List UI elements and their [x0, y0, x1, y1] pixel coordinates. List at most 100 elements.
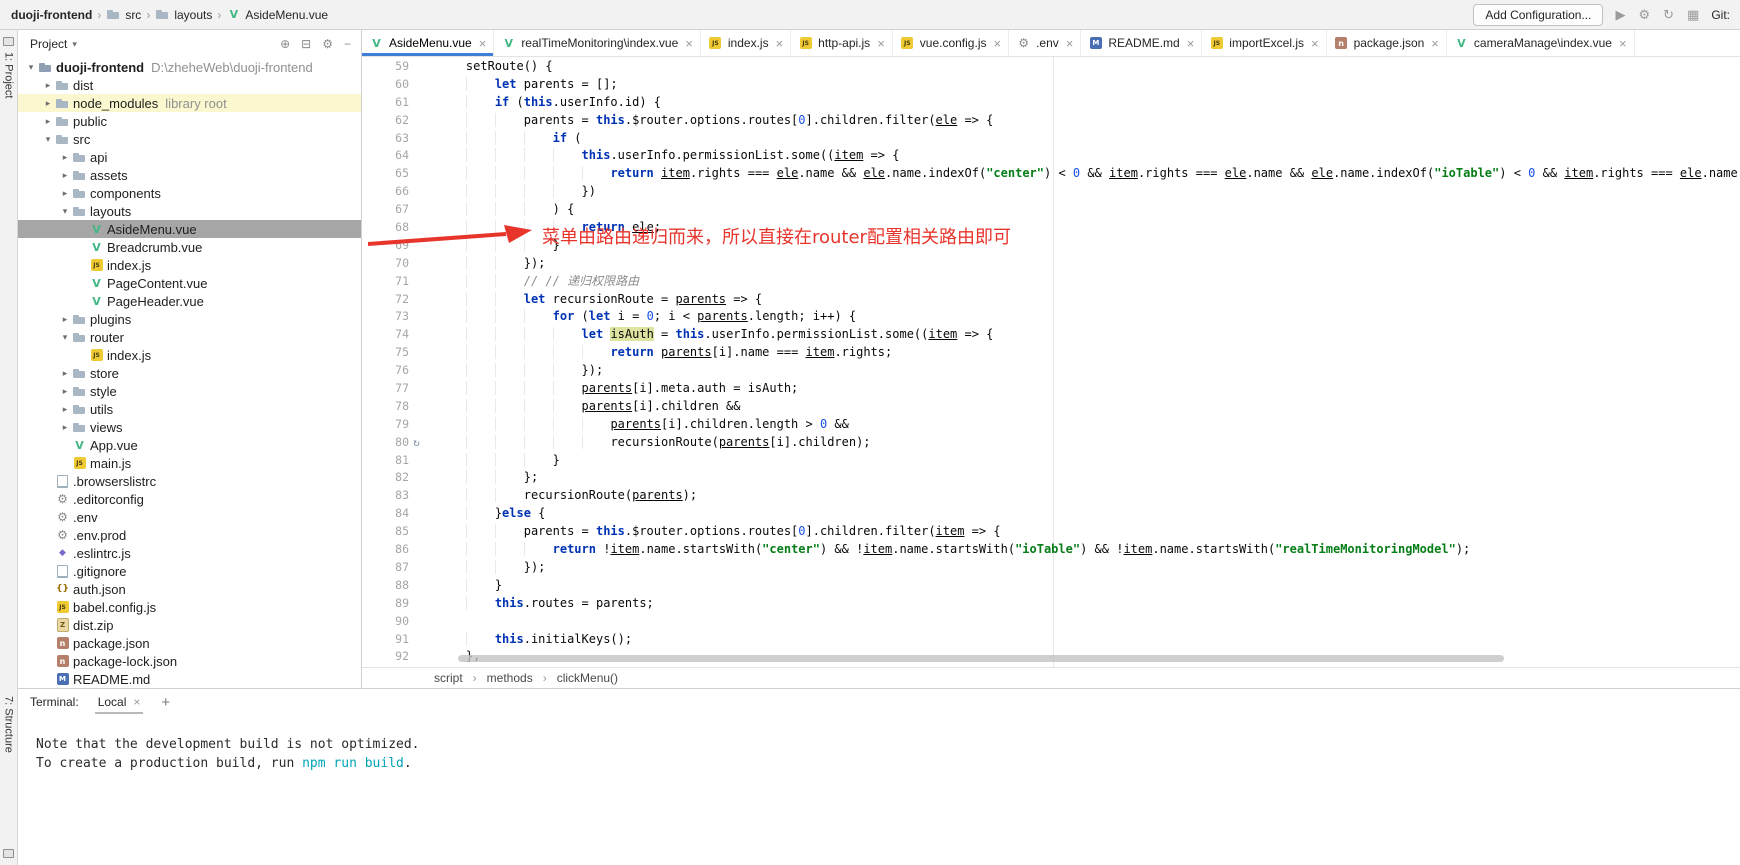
tree-item-style[interactable]: ▸style: [18, 382, 361, 400]
tree-item-package.json[interactable]: package.json: [18, 634, 361, 652]
tree-item-.eslintrc.js[interactable]: .eslintrc.js: [18, 544, 361, 562]
code-line-84[interactable]: 84 }else {: [362, 505, 1740, 523]
code-line-64[interactable]: 64 this.userInfo.permissionList.some((it…: [362, 147, 1740, 165]
tree-item-store[interactable]: ▸store: [18, 364, 361, 382]
tree-item-index.js[interactable]: index.js: [18, 256, 361, 274]
chevron-down-icon[interactable]: ▾: [72, 39, 77, 50]
close-icon[interactable]: ×: [1431, 37, 1439, 50]
tree-item-dist[interactable]: ▸dist: [18, 76, 361, 94]
add-configuration-button[interactable]: Add Configuration...: [1473, 4, 1603, 26]
code-line-79[interactable]: 79 parents[i].children.length > 0 &&: [362, 416, 1740, 434]
tree-item-router[interactable]: ▾router: [18, 328, 361, 346]
tree-item-views[interactable]: ▸views: [18, 418, 361, 436]
tree-item-assets[interactable]: ▸assets: [18, 166, 361, 184]
editor-tab-index.js[interactable]: index.js×: [701, 30, 791, 56]
chevron-down-icon[interactable]: ▾: [24, 62, 38, 73]
tree-item-pagecontent.vue[interactable]: PageContent.vue: [18, 274, 361, 292]
code-line-77[interactable]: 77 parents[i].meta.auth = isAuth;: [362, 380, 1740, 398]
editor-tab-readme.md[interactable]: README.md×: [1081, 30, 1202, 56]
code-line-61[interactable]: 61 if (this.userInfo.id) {: [362, 94, 1740, 112]
grid-icon[interactable]: ▦: [1687, 7, 1699, 23]
close-icon[interactable]: ×: [133, 695, 140, 709]
tree-item-components[interactable]: ▸components: [18, 184, 361, 202]
new-terminal-button[interactable]: +: [161, 694, 170, 711]
code-line-82[interactable]: 82 };: [362, 469, 1740, 487]
chevron-right-icon[interactable]: ▸: [58, 386, 72, 397]
code-line-90[interactable]: 90: [362, 613, 1740, 631]
editor-tab-cameramanage-index.vue[interactable]: cameraManage\index.vue×: [1447, 30, 1635, 56]
breadcrumb-item-layouts[interactable]: layouts: [152, 7, 215, 22]
code-line-81[interactable]: 81 }: [362, 452, 1740, 470]
close-icon[interactable]: ×: [877, 37, 885, 50]
tree-item-src[interactable]: ▾src: [18, 130, 361, 148]
code-line-75[interactable]: 75 return parents[i].name === item.right…: [362, 344, 1740, 362]
terminal-tab-local[interactable]: Local ×: [95, 690, 144, 714]
close-icon[interactable]: ×: [776, 37, 784, 50]
collapse-icon[interactable]: ⊟: [301, 37, 311, 51]
chevron-right-icon[interactable]: ▸: [41, 80, 55, 91]
tree-item-public[interactable]: ▸public: [18, 112, 361, 130]
editor-tab-package.json[interactable]: package.json×: [1327, 30, 1447, 56]
code-line-80[interactable]: 80↻ recursionRoute(parents[i].children);: [362, 434, 1740, 452]
editor-breadcrumb-item[interactable]: methods: [485, 671, 535, 685]
tree-item-node-modules[interactable]: ▸node_moduleslibrary root: [18, 94, 361, 112]
code-line-72[interactable]: 72 let recursionRoute = parents => {: [362, 291, 1740, 309]
chevron-right-icon[interactable]: ▸: [58, 188, 72, 199]
code-line-89[interactable]: 89 this.routes = parents;: [362, 595, 1740, 613]
code-line-87[interactable]: 87 });: [362, 559, 1740, 577]
tree-item-dist.zip[interactable]: dist.zip: [18, 616, 361, 634]
code-line-70[interactable]: 70 });: [362, 255, 1740, 273]
hide-icon[interactable]: −: [344, 37, 351, 51]
editor-breadcrumb-item[interactable]: clickMenu(): [555, 671, 620, 685]
code-line-68[interactable]: 68 return ele;: [362, 219, 1740, 237]
close-icon[interactable]: ×: [1311, 37, 1319, 50]
chevron-down-icon[interactable]: ▾: [41, 134, 55, 145]
code-line-86[interactable]: 86 return !item.name.startsWith("center"…: [362, 541, 1740, 559]
chevron-right-icon[interactable]: ▸: [41, 98, 55, 109]
code-line-74[interactable]: 74 let isAuth = this.userInfo.permission…: [362, 326, 1740, 344]
close-icon[interactable]: ×: [1619, 37, 1627, 50]
terminal-output[interactable]: Note that the development build is not o…: [18, 715, 1740, 865]
editor-breadcrumb-item[interactable]: script: [432, 671, 465, 685]
editor-tab-vue.config.js[interactable]: vue.config.js×: [893, 30, 1009, 56]
code-line-91[interactable]: 91 this.initialKeys();: [362, 631, 1740, 649]
chevron-down-icon[interactable]: ▾: [58, 332, 72, 343]
chevron-right-icon[interactable]: ▸: [58, 170, 72, 181]
code-line-62[interactable]: 62 parents = this.$router.options.routes…: [362, 112, 1740, 130]
tree-item-.env.prod[interactable]: .env.prod: [18, 526, 361, 544]
structure-stripe-button[interactable]: 7: Structure: [3, 696, 15, 753]
tool-windows-icon[interactable]: [3, 849, 14, 858]
project-panel-title[interactable]: Project: [30, 37, 67, 51]
close-icon[interactable]: ×: [685, 37, 693, 50]
tree-item-package-lock.json[interactable]: package-lock.json: [18, 652, 361, 670]
tree-item-breadcrumb.vue[interactable]: Breadcrumb.vue: [18, 238, 361, 256]
code-line-83[interactable]: 83 recursionRoute(parents);: [362, 487, 1740, 505]
code-line-78[interactable]: 78 parents[i].children &&: [362, 398, 1740, 416]
chevron-right-icon[interactable]: ▸: [58, 314, 72, 325]
code-line-76[interactable]: 76 });: [362, 362, 1740, 380]
editor-tab-.env[interactable]: .env×: [1009, 30, 1081, 56]
tree-item-babel.config.js[interactable]: babel.config.js: [18, 598, 361, 616]
code-line-67[interactable]: 67 ) {: [362, 201, 1740, 219]
code-line-59[interactable]: 59 setRoute() {: [362, 58, 1740, 76]
run-icon[interactable]: ▶: [1615, 7, 1625, 23]
tree-item-duoji-frontend[interactable]: ▾duoji-frontendD:\zheheWeb\duoji-fronten…: [18, 58, 361, 76]
chevron-right-icon[interactable]: ▸: [58, 152, 72, 163]
code-line-69[interactable]: 69 }: [362, 237, 1740, 255]
close-icon[interactable]: ×: [479, 37, 487, 50]
chevron-right-icon[interactable]: ▸: [58, 422, 72, 433]
editor-tab-realtimemonitoring-index.vue[interactable]: realTimeMonitoring\index.vue×: [494, 30, 701, 56]
tree-item-pageheader.vue[interactable]: PageHeader.vue: [18, 292, 361, 310]
horizontal-scrollbar[interactable]: [458, 655, 1504, 662]
chevron-right-icon[interactable]: ▸: [41, 116, 55, 127]
settings-icon[interactable]: ⚙: [322, 37, 333, 51]
tree-item-.browserslistrc[interactable]: .browserslistrc: [18, 472, 361, 490]
code-line-66[interactable]: 66 }): [362, 183, 1740, 201]
editor-tab-asidemenu.vue[interactable]: AsideMenu.vue×: [362, 30, 494, 56]
editor-tab-http-api.js[interactable]: http-api.js×: [791, 30, 893, 56]
breadcrumb-item-duoji-frontend[interactable]: duoji-frontend: [8, 8, 95, 22]
tree-item-plugins[interactable]: ▸plugins: [18, 310, 361, 328]
project-stripe-button[interactable]: 1: Project: [3, 52, 15, 98]
tree-item-index.js[interactable]: index.js: [18, 346, 361, 364]
tree-item-.gitignore[interactable]: .gitignore: [18, 562, 361, 580]
